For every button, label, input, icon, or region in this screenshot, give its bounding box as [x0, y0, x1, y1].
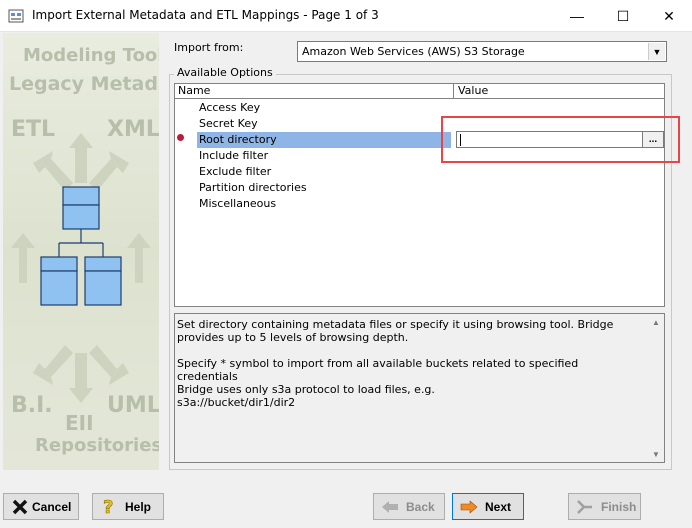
finish-label: Finish — [601, 499, 637, 514]
banner-eii: EII — [65, 411, 94, 435]
import-from-select[interactable]: Amazon Web Services (AWS) S3 Storage ▼ — [297, 41, 667, 62]
minimize-button[interactable]: — — [554, 0, 600, 32]
maximize-button[interactable]: ☐ — [600, 0, 646, 32]
finish-flag-icon — [573, 499, 597, 515]
back-label: Back — [406, 499, 435, 514]
banner-bi: B.I. — [11, 393, 53, 418]
required-marker-icon — [177, 134, 184, 141]
cancel-button[interactable]: Cancel — [3, 493, 79, 520]
option-row-partition-directories[interactable]: Partition directories — [197, 180, 451, 196]
option-row-miscellaneous[interactable]: Miscellaneous — [197, 196, 451, 212]
window-title: Import External Metadata and ETL Mapping… — [32, 8, 379, 22]
back-button[interactable]: Back — [373, 493, 445, 520]
banner-repositories: Repositories — [35, 435, 159, 456]
title-bar: Import External Metadata and ETL Mapping… — [0, 0, 692, 32]
import-from-value: Amazon Web Services (AWS) S3 Storage — [302, 45, 525, 58]
option-row-include-filter[interactable]: Include filter — [197, 148, 451, 164]
hierarchy-icon — [40, 186, 122, 306]
banner-uml: UML — [107, 393, 159, 418]
option-row-root-directory[interactable]: Root directory — [197, 132, 451, 148]
help-button[interactable]: ? Help — [92, 493, 164, 520]
close-button[interactable]: ✕ — [646, 0, 692, 32]
description-panel: Set directory containing metadata files … — [174, 313, 665, 463]
help-question-icon: ? — [97, 498, 121, 516]
help-label: Help — [125, 499, 152, 514]
cancel-label: Cancel — [32, 499, 72, 514]
description-scrollbar[interactable]: ▲ ▼ — [648, 314, 664, 462]
arrow-right-icon — [457, 499, 481, 514]
option-row-secret-key[interactable]: Secret Key — [197, 116, 451, 132]
column-header-name[interactable]: Name — [175, 84, 454, 99]
app-icon — [8, 8, 24, 24]
banner-legacy-metadata: Legacy Metadata — [9, 73, 159, 95]
option-row-access-key[interactable]: Access Key — [197, 100, 451, 116]
wizard-banner: Modeling Tools Legacy Metadata ETL XML B… — [3, 33, 159, 470]
column-header-value[interactable]: Value — [454, 84, 664, 99]
next-button[interactable]: Next — [452, 493, 524, 520]
option-row-exclude-filter[interactable]: Exclude filter — [197, 164, 451, 180]
import-from-label: Import from: — [174, 41, 244, 54]
available-options-legend: Available Options — [174, 66, 276, 79]
finish-button[interactable]: Finish — [568, 493, 641, 520]
description-text-3: Bridge uses only s3a protocol to load fi… — [177, 383, 435, 396]
banner-etl: ETL — [11, 117, 56, 142]
highlight-box — [441, 116, 680, 163]
banner-modeling-tools: Modeling Tools — [23, 45, 159, 66]
scroll-up-icon[interactable]: ▲ — [648, 314, 664, 330]
description-text-4: s3a://bucket/dir1/dir2 — [177, 396, 296, 409]
scroll-down-icon[interactable]: ▼ — [648, 446, 664, 462]
banner-xml: XML — [107, 117, 159, 142]
next-label: Next — [485, 499, 512, 514]
cancel-x-icon — [8, 499, 32, 515]
svg-text:?: ? — [103, 498, 113, 516]
description-text-1: Set directory containing metadata files … — [177, 318, 614, 344]
chevron-down-icon[interactable]: ▼ — [648, 43, 665, 60]
arrow-left-icon — [378, 500, 402, 514]
description-text-2: Specify * symbol to import from all avai… — [177, 357, 579, 383]
